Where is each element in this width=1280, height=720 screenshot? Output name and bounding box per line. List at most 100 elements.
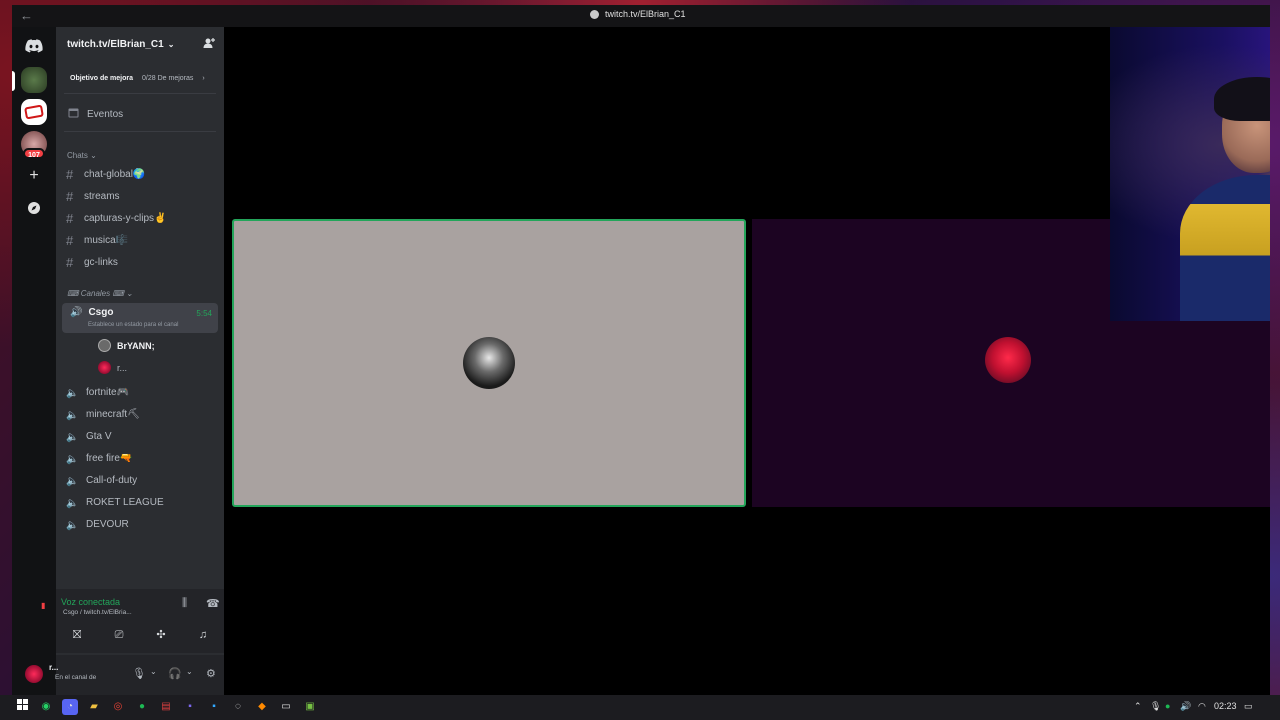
voice-channel[interactable]: 🔈 Call-of-duty bbox=[66, 475, 137, 487]
server-header[interactable]: twitch.tv/ElBrian_C1 ⌄ bbox=[56, 27, 224, 61]
hash-icon: # bbox=[66, 233, 74, 248]
speaker-icon: 🔈 bbox=[66, 519, 79, 531]
voice-timer: 5:54 bbox=[196, 309, 212, 318]
user-panel: r... En el canal de 🎙 ⌄ 🎧 ⌄ ⚙ bbox=[25, 655, 224, 695]
hash-icon: # bbox=[66, 255, 74, 270]
avatar bbox=[98, 361, 111, 374]
speaker-icon: 🔈 bbox=[66, 431, 79, 443]
spotify-tray-icon[interactable]: ● bbox=[1165, 701, 1170, 711]
text-channel[interactable]: # gc-links bbox=[66, 255, 118, 270]
text-channel[interactable]: # chat-global🌍 bbox=[66, 167, 145, 182]
server-icon bbox=[590, 9, 599, 19]
wifi-icon[interactable]: ◠ bbox=[1198, 701, 1206, 712]
microphone-icon[interactable]: 🎙 bbox=[1150, 701, 1161, 712]
taskbar: ◉ ◔ ▰ ◎ ● ▤ ▪ ▪ ◌ ◆ ▭ ▣ ⌃ 🎙 ● 🔊 ◠ 02:23 … bbox=[0, 695, 1280, 720]
divider bbox=[64, 93, 216, 94]
app-icon[interactable]: ▤ bbox=[158, 699, 174, 715]
clock-time[interactable]: 02:23 bbox=[1214, 701, 1237, 711]
boost-goal[interactable]: Objetivo de mejora 0/28 De mejoras › bbox=[56, 67, 224, 89]
speaker-icon: 🔈 bbox=[66, 453, 79, 465]
invite-user-icon[interactable] bbox=[203, 37, 215, 52]
channel-sidebar: twitch.tv/ElBrian_C1 ⌄ Objetivo de mejor… bbox=[25, 27, 224, 695]
chevron-down-icon[interactable]: ⌄ bbox=[150, 667, 157, 676]
voice-channel[interactable]: 🔈 ROKET LEAGUE bbox=[66, 497, 164, 509]
hash-icon: # bbox=[66, 189, 74, 204]
explore-compass-icon[interactable] bbox=[21, 195, 47, 221]
channel-status[interactable]: Establece un estado para el canal bbox=[88, 322, 178, 328]
boost-goal-label: Objetivo de mejora bbox=[70, 74, 134, 82]
speaker-icon: 🔈 bbox=[66, 409, 79, 421]
voice-channel[interactable]: 🔈 minecraft⛏ bbox=[66, 409, 140, 421]
voice-actions: ⛝ ⎚ ✣ ♫ bbox=[56, 623, 224, 647]
chevron-right-icon: › bbox=[202, 74, 205, 82]
avatar bbox=[98, 339, 111, 352]
user-name: r... bbox=[49, 663, 59, 672]
voice-channel[interactable]: 🔈 free fire🔫 bbox=[66, 453, 132, 465]
camera-off-icon[interactable]: ⛝ bbox=[62, 625, 92, 645]
voice-user[interactable]: BrYANN; bbox=[98, 339, 155, 352]
voice-channel[interactable]: 🔈 DEVOUR bbox=[66, 519, 129, 531]
chevron-down-icon: ⌄ bbox=[167, 39, 175, 49]
soundboard-icon[interactable]: ♫ bbox=[188, 625, 218, 645]
voice-connection-panel: ▮ Voz conectada Csgo / twitch.tv/ElBria.… bbox=[41, 589, 224, 653]
chrome-icon[interactable]: ◎ bbox=[110, 699, 126, 715]
add-server-icon[interactable]: + bbox=[21, 163, 47, 189]
server-avatar-2[interactable] bbox=[21, 99, 47, 125]
speaker-icon: 🔊 bbox=[70, 307, 83, 318]
speaker-icon: 🔈 bbox=[66, 497, 79, 509]
voice-channel[interactable]: 🔈 fortnite🎮 bbox=[66, 387, 129, 399]
user-status: En el canal de bbox=[55, 674, 97, 681]
windows-start-icon[interactable] bbox=[14, 699, 30, 715]
activities-icon[interactable]: ✣ bbox=[146, 625, 176, 645]
avatar bbox=[463, 337, 515, 389]
avatar bbox=[985, 337, 1031, 383]
voice-user[interactable]: r... bbox=[98, 361, 127, 374]
discord-home-icon[interactable] bbox=[21, 33, 47, 59]
disconnect-icon[interactable]: ☎ bbox=[206, 597, 220, 610]
headphones-icon[interactable]: 🎧 bbox=[168, 667, 182, 680]
chevron-up-icon[interactable]: ⌃ bbox=[1134, 701, 1142, 712]
speaker-icon: 🔈 bbox=[66, 387, 79, 399]
voice-channel[interactable]: 🔈 Gta V bbox=[66, 431, 112, 443]
whatsapp-icon[interactable]: ◉ bbox=[38, 699, 54, 715]
category-canales[interactable]: ⌨ Canales ⌨ ⌄ bbox=[67, 289, 133, 298]
text-channel[interactable]: # musica🎼 bbox=[66, 233, 128, 248]
voice-connected-label[interactable]: Voz conectada bbox=[61, 597, 120, 607]
participant-tile-speaking[interactable] bbox=[232, 219, 746, 507]
server-avatar-1[interactable] bbox=[21, 67, 47, 93]
noise-suppression-icon[interactable]: ⫼ bbox=[182, 597, 187, 610]
server-name: twitch.tv/ElBrian_C1 bbox=[67, 38, 164, 50]
app-icon[interactable]: ◆ bbox=[254, 699, 270, 715]
screen-share-icon[interactable]: ⎚ bbox=[104, 625, 134, 645]
premiere-icon[interactable]: ▪ bbox=[182, 699, 198, 715]
active-voice-channel[interactable]: 🔊 Csgo 5:54 Establece un estado para el … bbox=[62, 303, 218, 333]
obs-icon[interactable]: ◌ bbox=[230, 699, 246, 715]
calendar-icon bbox=[68, 107, 79, 121]
discord-icon[interactable]: ◔ bbox=[62, 699, 78, 715]
voice-connected-sub[interactable]: Csgo / twitch.tv/ElBria... bbox=[63, 609, 132, 616]
microphone-icon[interactable]: 🎙 bbox=[132, 667, 146, 680]
spotify-icon[interactable]: ● bbox=[134, 699, 150, 715]
webcam-hair bbox=[1214, 77, 1270, 121]
events-item[interactable]: Eventos bbox=[68, 107, 123, 121]
hash-icon: # bbox=[66, 211, 74, 226]
category-chats[interactable]: Chats ⌄ bbox=[67, 151, 97, 160]
discord-window: ← twitch.tv/ElBrian_C1 107 + twitch.tv/E… bbox=[12, 5, 1270, 695]
notifications-icon[interactable]: ▭ bbox=[1244, 701, 1253, 712]
photoshop-icon[interactable]: ▪ bbox=[206, 699, 222, 715]
window-title: twitch.tv/ElBrian_C1 bbox=[590, 9, 686, 19]
avatar[interactable] bbox=[25, 665, 43, 683]
gear-icon[interactable]: ⚙ bbox=[206, 667, 216, 680]
back-arrow-icon[interactable]: ← bbox=[20, 8, 33, 23]
app-icon[interactable]: ▭ bbox=[278, 699, 294, 715]
streamer-webcam bbox=[1110, 27, 1270, 321]
text-channel[interactable]: # streams bbox=[66, 189, 120, 204]
active-voice-name: 🔊 Csgo bbox=[70, 307, 114, 318]
volume-icon[interactable]: 🔊 bbox=[1180, 701, 1191, 712]
keyboard-icon: ⌨ bbox=[67, 289, 79, 298]
chevron-down-icon[interactable]: ⌄ bbox=[186, 667, 193, 676]
notification-badge: 107 bbox=[23, 148, 45, 159]
text-channel[interactable]: # capturas-y-clips✌ bbox=[66, 211, 166, 226]
folder-icon[interactable]: ▰ bbox=[86, 699, 102, 715]
app-icon[interactable]: ▣ bbox=[302, 699, 318, 715]
